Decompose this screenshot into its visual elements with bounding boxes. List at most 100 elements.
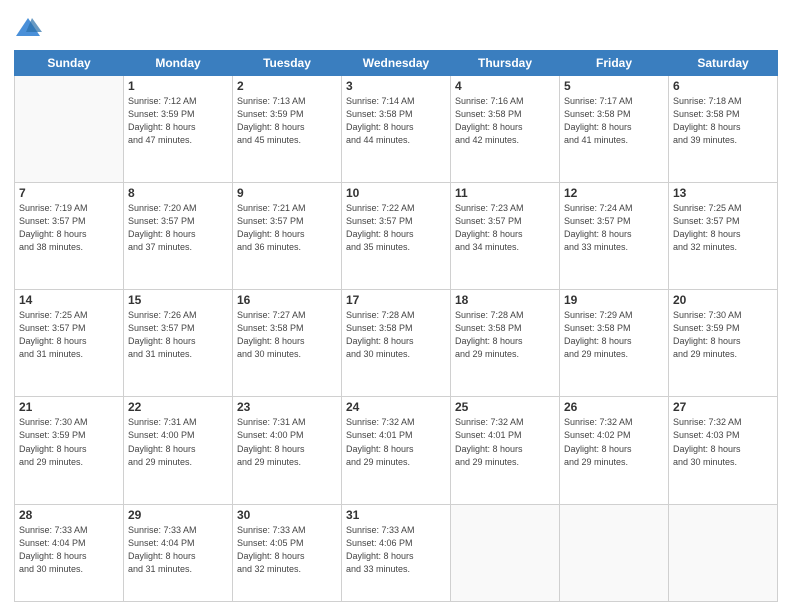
day-info: Sunrise: 7:27 AMSunset: 3:58 PMDaylight:… (237, 309, 337, 361)
calendar-cell: 9 Sunrise: 7:21 AMSunset: 3:57 PMDaylight… (233, 183, 342, 290)
day-number: 5 (564, 79, 664, 93)
calendar-cell: 16 Sunrise: 7:27 AMSunset: 3:58 PMDayligh… (233, 290, 342, 397)
calendar-cell: 5 Sunrise: 7:17 AMSunset: 3:58 PMDaylight… (560, 76, 669, 183)
calendar-cell: 30Sunrise: 7:33 AMSunset: 4:05 PMDayligh… (233, 504, 342, 601)
calendar-cell: 13 Sunrise: 7:25 AMSunset: 3:57 PMDayligh… (669, 183, 778, 290)
day-number: 22 (128, 400, 228, 414)
day-number: 28 (19, 508, 119, 522)
day-number: 10 (346, 186, 446, 200)
column-header-wednesday: Wednesday (342, 51, 451, 76)
day-number: 3 (346, 79, 446, 93)
column-header-sunday: Sunday (15, 51, 124, 76)
calendar-cell: 7 Sunrise: 7:19 AMSunset: 3:57 PMDaylight… (15, 183, 124, 290)
column-header-monday: Monday (124, 51, 233, 76)
calendar-cell: 24 Sunrise: 7:32 AMSunset: 4:01 PMDayligh… (342, 397, 451, 504)
day-info: Sunrise: 7:13 AMSunset: 3:59 PMDaylight:… (237, 95, 337, 147)
day-info: Sunrise: 7:24 AMSunset: 3:57 PMDaylight:… (564, 202, 664, 254)
column-header-tuesday: Tuesday (233, 51, 342, 76)
calendar-cell: 19 Sunrise: 7:29 AMSunset: 3:58 PMDayligh… (560, 290, 669, 397)
day-number: 29 (128, 508, 228, 522)
day-number: 20 (673, 293, 773, 307)
day-info: Sunrise: 7:33 AMSunset: 4:06 PMDaylight:… (346, 524, 446, 576)
day-info: Sunrise: 7:31 AMSunset: 4:00 PMDaylight:… (237, 416, 337, 468)
day-info: Sunrise: 7:25 AMSunset: 3:57 PMDaylight:… (673, 202, 773, 254)
day-number: 7 (19, 186, 119, 200)
day-info: Sunrise: 7:30 AMSunset: 3:59 PMDaylight:… (673, 309, 773, 361)
day-info: Sunrise: 7:31 AMSunset: 4:00 PMDaylight:… (128, 416, 228, 468)
day-number: 4 (455, 79, 555, 93)
calendar-cell (669, 504, 778, 601)
week-row-1: 1 Sunrise: 7:12 AMSunset: 3:59 PMDaylight… (15, 76, 778, 183)
day-number: 14 (19, 293, 119, 307)
day-number: 23 (237, 400, 337, 414)
week-row-2: 7 Sunrise: 7:19 AMSunset: 3:57 PMDaylight… (15, 183, 778, 290)
day-info: Sunrise: 7:21 AMSunset: 3:57 PMDaylight:… (237, 202, 337, 254)
day-number: 16 (237, 293, 337, 307)
calendar-cell: 23 Sunrise: 7:31 AMSunset: 4:00 PMDayligh… (233, 397, 342, 504)
day-number: 25 (455, 400, 555, 414)
calendar-table: SundayMondayTuesdayWednesdayThursdayFrid… (14, 50, 778, 602)
day-number: 15 (128, 293, 228, 307)
calendar-cell (451, 504, 560, 601)
day-number: 26 (564, 400, 664, 414)
day-number: 12 (564, 186, 664, 200)
day-info: Sunrise: 7:32 AMSunset: 4:01 PMDaylight:… (346, 416, 446, 468)
calendar-cell: 4 Sunrise: 7:16 AMSunset: 3:58 PMDaylight… (451, 76, 560, 183)
day-info: Sunrise: 7:17 AMSunset: 3:58 PMDaylight:… (564, 95, 664, 147)
day-info: Sunrise: 7:32 AMSunset: 4:01 PMDaylight:… (455, 416, 555, 468)
day-info: Sunrise: 7:29 AMSunset: 3:58 PMDaylight:… (564, 309, 664, 361)
column-header-friday: Friday (560, 51, 669, 76)
day-number: 8 (128, 186, 228, 200)
calendar-header-row: SundayMondayTuesdayWednesdayThursdayFrid… (15, 51, 778, 76)
calendar-cell: 3Sunrise: 7:14 AMSunset: 3:58 PMDaylight… (342, 76, 451, 183)
calendar-cell: 18Sunrise: 7:28 AMSunset: 3:58 PMDayligh… (451, 290, 560, 397)
day-number: 21 (19, 400, 119, 414)
calendar-cell: 11Sunrise: 7:23 AMSunset: 3:57 PMDayligh… (451, 183, 560, 290)
day-number: 19 (564, 293, 664, 307)
calendar-cell: 22 Sunrise: 7:31 AMSunset: 4:00 PMDayligh… (124, 397, 233, 504)
calendar-cell: 6Sunrise: 7:18 AMSunset: 3:58 PMDaylight… (669, 76, 778, 183)
day-number: 18 (455, 293, 555, 307)
day-info: Sunrise: 7:33 AMSunset: 4:04 PMDaylight:… (19, 524, 119, 576)
header (14, 10, 778, 42)
day-info: Sunrise: 7:22 AMSunset: 3:57 PMDaylight:… (346, 202, 446, 254)
day-info: Sunrise: 7:19 AMSunset: 3:57 PMDaylight:… (19, 202, 119, 254)
calendar-cell (560, 504, 669, 601)
day-number: 24 (346, 400, 446, 414)
calendar-cell: 26 Sunrise: 7:32 AMSunset: 4:02 PMDayligh… (560, 397, 669, 504)
day-info: Sunrise: 7:16 AMSunset: 3:58 PMDaylight:… (455, 95, 555, 147)
day-number: 9 (237, 186, 337, 200)
day-number: 27 (673, 400, 773, 414)
week-row-4: 21 Sunrise: 7:30 AMSunset: 3:59 PMDayligh… (15, 397, 778, 504)
logo (14, 14, 46, 42)
day-number: 1 (128, 79, 228, 93)
calendar-cell: 27Sunrise: 7:32 AMSunset: 4:03 PMDayligh… (669, 397, 778, 504)
day-number: 31 (346, 508, 446, 522)
day-number: 17 (346, 293, 446, 307)
calendar-cell: 20 Sunrise: 7:30 AMSunset: 3:59 PMDayligh… (669, 290, 778, 397)
day-number: 2 (237, 79, 337, 93)
day-info: Sunrise: 7:12 AMSunset: 3:59 PMDaylight:… (128, 95, 228, 147)
day-info: Sunrise: 7:30 AMSunset: 3:59 PMDaylight:… (19, 416, 119, 468)
calendar-cell: 1 Sunrise: 7:12 AMSunset: 3:59 PMDaylight… (124, 76, 233, 183)
calendar-cell: 14 Sunrise: 7:25 AMSunset: 3:57 PMDayligh… (15, 290, 124, 397)
day-info: Sunrise: 7:26 AMSunset: 3:57 PMDaylight:… (128, 309, 228, 361)
page-container: SundayMondayTuesdayWednesdayThursdayFrid… (0, 0, 792, 612)
calendar-cell: 15 Sunrise: 7:26 AMSunset: 3:57 PMDayligh… (124, 290, 233, 397)
calendar-cell: 12 Sunrise: 7:24 AMSunset: 3:57 PMDayligh… (560, 183, 669, 290)
day-number: 11 (455, 186, 555, 200)
day-info: Sunrise: 7:25 AMSunset: 3:57 PMDaylight:… (19, 309, 119, 361)
day-number: 6 (673, 79, 773, 93)
calendar-cell: 21 Sunrise: 7:30 AMSunset: 3:59 PMDayligh… (15, 397, 124, 504)
calendar-cell: 25 Sunrise: 7:32 AMSunset: 4:01 PMDayligh… (451, 397, 560, 504)
column-header-thursday: Thursday (451, 51, 560, 76)
day-info: Sunrise: 7:20 AMSunset: 3:57 PMDaylight:… (128, 202, 228, 254)
day-number: 13 (673, 186, 773, 200)
day-number: 30 (237, 508, 337, 522)
week-row-5: 28 Sunrise: 7:33 AMSunset: 4:04 PMDayligh… (15, 504, 778, 601)
calendar-cell: 29Sunrise: 7:33 AMSunset: 4:04 PMDayligh… (124, 504, 233, 601)
column-header-saturday: Saturday (669, 51, 778, 76)
calendar-cell: 2 Sunrise: 7:13 AMSunset: 3:59 PMDaylight… (233, 76, 342, 183)
calendar-cell: 28 Sunrise: 7:33 AMSunset: 4:04 PMDayligh… (15, 504, 124, 601)
day-info: Sunrise: 7:32 AMSunset: 4:02 PMDaylight:… (564, 416, 664, 468)
